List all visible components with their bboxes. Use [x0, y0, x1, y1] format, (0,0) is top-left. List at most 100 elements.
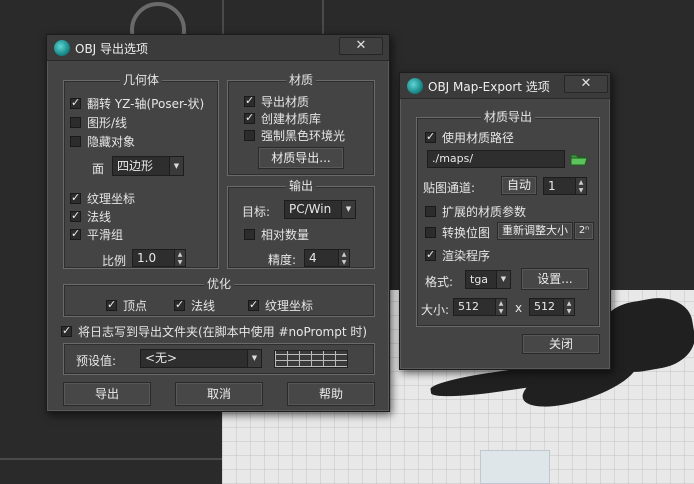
- dropdown-value: PC/Win: [289, 202, 332, 216]
- create-material-lib-checkbox[interactable]: 创建材质库: [244, 110, 321, 127]
- resize-button[interactable]: 重新调整大小: [497, 222, 573, 240]
- precision-input[interactable]: 4 ▲ ▼: [304, 249, 350, 267]
- checkbox-checked-icon[interactable]: [106, 298, 117, 311]
- scale-spinner[interactable]: ▲ ▼: [174, 250, 185, 266]
- checkbox-unchecked-icon[interactable]: [70, 136, 81, 147]
- write-log-checkbox[interactable]: 将日志写到导出文件夹(在脚本中使用 #noPrompt 时): [61, 323, 367, 340]
- export-materials-checkbox[interactable]: 导出材质: [244, 93, 309, 110]
- chevron-down-icon: ▼: [496, 271, 510, 288]
- scale-input[interactable]: 1.0 ▲ ▼: [132, 249, 186, 267]
- folder-browse-icon[interactable]: [569, 150, 589, 168]
- close-icon: ✕: [355, 38, 367, 53]
- checkbox-label: 法线: [87, 210, 112, 224]
- close-button[interactable]: ✕: [564, 75, 608, 93]
- size-height-input[interactable]: 512 ▲ ▼: [529, 298, 575, 316]
- shapes-checkbox[interactable]: 图形/线: [70, 114, 127, 131]
- spin-up-icon: ▲: [578, 179, 584, 186]
- height-spinner[interactable]: ▲ ▼: [563, 299, 574, 315]
- dialog-title: OBJ 导出选项: [75, 42, 149, 56]
- chevron-down-icon: ▼: [341, 201, 355, 218]
- input-value: 1.0: [137, 251, 157, 265]
- help-button[interactable]: 帮助: [287, 382, 375, 406]
- format-label: 格式:: [425, 275, 454, 289]
- use-material-path-checkbox[interactable]: 使用材质路径: [425, 129, 514, 146]
- hidden-objects-checkbox[interactable]: 隐藏对象: [70, 133, 135, 150]
- checkbox-checked-icon[interactable]: [70, 227, 81, 240]
- checkbox-checked-icon[interactable]: [61, 324, 72, 337]
- width-spinner[interactable]: ▲ ▼: [495, 299, 506, 315]
- render-checkbox[interactable]: 渲染程序: [425, 247, 490, 264]
- size-separator: x: [515, 301, 523, 315]
- format-dropdown[interactable]: tga ▼: [465, 270, 511, 289]
- checkbox-label: 导出材质: [261, 95, 310, 109]
- input-value: ./maps/: [432, 152, 474, 165]
- spin-down-icon: ▼: [177, 259, 183, 266]
- checkbox-label: 强制黑色环境光: [261, 129, 346, 143]
- optimize-texcoords-checkbox[interactable]: 纹理坐标: [248, 297, 313, 314]
- preset-label: 预设值:: [76, 354, 117, 368]
- export-button[interactable]: 导出: [63, 382, 151, 406]
- spin-down-icon: ▼: [566, 308, 572, 315]
- checkbox-checked-icon[interactable]: [248, 298, 259, 311]
- spin-down-icon: ▼: [498, 308, 504, 315]
- checkbox-unchecked-icon[interactable]: [244, 130, 255, 141]
- viewport-divider: [0, 458, 222, 460]
- group-title: 材质导出: [480, 110, 535, 124]
- optimize-normals-checkbox[interactable]: 法线: [174, 297, 215, 314]
- checkbox-label: 隐藏对象: [87, 135, 136, 149]
- checkbox-unchecked-icon[interactable]: [244, 229, 255, 240]
- checkbox-unchecked-icon[interactable]: [425, 206, 436, 217]
- checkbox-label: 图形/线: [87, 116, 128, 130]
- size-width-input[interactable]: 512 ▲ ▼: [453, 298, 507, 316]
- relative-numbers-checkbox[interactable]: 相对数量: [244, 226, 309, 243]
- checkbox-label: 法线: [191, 299, 216, 313]
- target-label: 目标:: [242, 205, 271, 219]
- spin-up-icon: ▲: [341, 251, 347, 258]
- checkbox-label: 渲染程序: [442, 249, 491, 263]
- checkbox-unchecked-icon[interactable]: [70, 117, 81, 128]
- map-channel-auto-button[interactable]: 自动: [501, 176, 537, 195]
- title-bar[interactable]: OBJ Map-Export 选项 ✕: [400, 73, 610, 99]
- material-path-input[interactable]: ./maps/: [427, 150, 565, 168]
- texcoords-checkbox[interactable]: 纹理坐标: [70, 190, 135, 207]
- spin-down-icon: ▼: [341, 259, 347, 266]
- map-channel-input[interactable]: 1 ▲ ▼: [543, 177, 587, 195]
- optimize-group: 优化 顶点 法线 纹理坐标: [63, 277, 375, 317]
- close-icon: ✕: [580, 76, 592, 91]
- optimize-vertices-checkbox[interactable]: 顶点: [106, 297, 147, 314]
- smoothing-checkbox[interactable]: 平滑组: [70, 226, 123, 243]
- checkbox-checked-icon[interactable]: [244, 111, 255, 124]
- power-of-two-button[interactable]: 2ⁿ: [574, 222, 594, 240]
- checkbox-checked-icon[interactable]: [70, 191, 81, 204]
- face-dropdown[interactable]: 四边形 ▼: [112, 156, 184, 176]
- precision-spinner[interactable]: ▲ ▼: [338, 250, 349, 266]
- flip-yz-checkbox[interactable]: 翻转 YZ-轴(Poser-状): [70, 95, 204, 112]
- force-black-ambient-checkbox[interactable]: 强制黑色环境光: [244, 127, 345, 144]
- preset-dropdown[interactable]: <无> ▼: [140, 349, 262, 368]
- title-bar[interactable]: OBJ 导出选项 ✕: [47, 35, 389, 61]
- checkbox-checked-icon[interactable]: [174, 298, 185, 311]
- target-dropdown[interactable]: PC/Win ▼: [284, 200, 356, 219]
- checkbox-checked-icon[interactable]: [70, 96, 81, 109]
- channel-spinner[interactable]: ▲ ▼: [575, 178, 586, 194]
- spin-up-icon: ▲: [177, 251, 183, 258]
- close-dialog-button[interactable]: 关闭: [522, 334, 600, 354]
- material-export-button[interactable]: 材质导出...: [258, 147, 344, 169]
- spin-up-icon: ▲: [566, 300, 572, 307]
- face-label: 面: [92, 162, 105, 176]
- checkbox-checked-icon[interactable]: [425, 130, 436, 143]
- normals-checkbox[interactable]: 法线: [70, 208, 111, 225]
- settings-button[interactable]: 设置...: [521, 268, 589, 290]
- checkbox-label: 平滑组: [87, 228, 124, 242]
- checkbox-checked-icon[interactable]: [70, 209, 81, 222]
- cancel-button[interactable]: 取消: [175, 382, 263, 406]
- checkbox-label: 使用材质路径: [442, 131, 515, 145]
- checkbox-unchecked-icon[interactable]: [425, 227, 436, 238]
- checkbox-checked-icon[interactable]: [425, 248, 436, 261]
- convert-bitmap-checkbox[interactable]: 转换位图: [425, 224, 490, 241]
- extended-params-checkbox[interactable]: 扩展的材质参数: [425, 203, 526, 220]
- checkbox-checked-icon[interactable]: [244, 94, 255, 107]
- close-button[interactable]: ✕: [339, 37, 383, 55]
- preset-group: 预设值: <无> ▼: [63, 343, 375, 375]
- preset-grid-icon[interactable]: [274, 350, 348, 368]
